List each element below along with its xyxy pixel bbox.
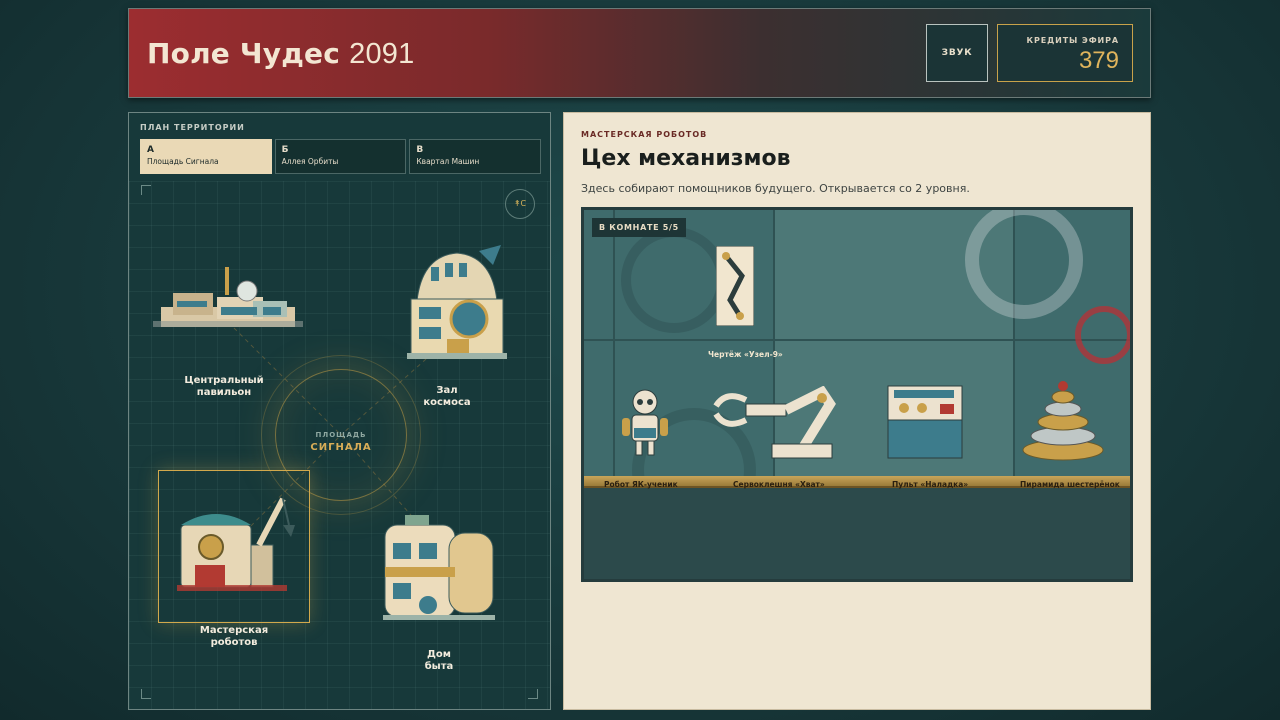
sound-button[interactable]: ЗВУК — [926, 24, 988, 82]
gear-pyramid-item[interactable] — [1018, 372, 1108, 472]
building-label-line: роботов — [210, 637, 258, 648]
building-label-line: космоса — [423, 397, 471, 408]
servo-claw-item[interactable] — [706, 386, 846, 462]
robot-workshop-building[interactable] — [173, 485, 298, 600]
detail-description: Здесь собирают помощников будущего. Откр… — [581, 182, 970, 195]
room-view: В КОМНАТЕ 5/5 Чертёж «Узел-9» Робот ЯК-у… — [581, 207, 1133, 582]
building-label-line: Центральный — [184, 375, 264, 386]
house-of-services-building[interactable] — [379, 509, 499, 624]
space-hall-building[interactable] — [397, 241, 517, 366]
top-bar: Поле Чудес 2091 ЗВУК КРЕДИТЫ ЭФИРА 379 — [128, 8, 1151, 98]
robot-student-item[interactable] — [620, 388, 670, 458]
detail-category: МАСТЕРСКАЯ РОБОТОВ — [581, 130, 708, 139]
plaza-label-big: СИГНАЛА — [310, 442, 372, 453]
central-pavilion-building[interactable] — [153, 261, 303, 341]
item-label-claw: Сервоклешня «Хват» — [733, 480, 825, 489]
building-label-line: павильон — [196, 387, 252, 398]
credits-counter: КРЕДИТЫ ЭФИРА 379 — [997, 24, 1133, 82]
building-label-central-pavilion: Центральный павильон — [169, 375, 279, 399]
game-title-main: Поле Чудес — [147, 37, 340, 70]
building-label-robot-workshop: Мастерская роботов — [184, 625, 284, 649]
item-label-gears: Пирамида шестерёнок — [1020, 480, 1120, 489]
building-label-space-hall: Зал космоса — [417, 385, 477, 409]
building-label-line: Мастерская — [199, 625, 269, 636]
detail-title: Цех механизмов — [581, 146, 791, 171]
item-label-robot: Робот ЯК-ученик — [604, 480, 678, 489]
room-capacity-badge: В КОМНАТЕ 5/5 — [592, 218, 686, 237]
territory-map-panel: ПЛАН ТЕРРИТОРИИ А Площадь Сигнала Б Алле… — [128, 112, 551, 710]
building-label-line: быта — [424, 661, 454, 672]
credits-label: КРЕДИТЫ ЭФИРА — [1026, 36, 1119, 45]
building-label-line: Зал — [436, 385, 458, 396]
control-panel-item[interactable] — [884, 382, 968, 462]
building-detail-panel: МАСТЕРСКАЯ РОБОТОВ Цех механизмов Здесь … — [563, 112, 1151, 710]
blueprint-icon[interactable] — [716, 246, 754, 326]
plaza-label-small: ПЛОЩАДЬ — [315, 431, 367, 439]
building-label-line: Дом — [427, 649, 451, 660]
game-title-year: 2091 — [349, 38, 415, 70]
item-label-panel: Пульт «Наладка» — [892, 480, 969, 489]
game-title: Поле Чудес 2091 — [147, 37, 414, 71]
credits-value: 379 — [1078, 47, 1119, 74]
building-label-house-of-services: Дом быта — [409, 649, 469, 673]
blueprint-label: Чертёж «Узел-9» — [708, 350, 783, 359]
